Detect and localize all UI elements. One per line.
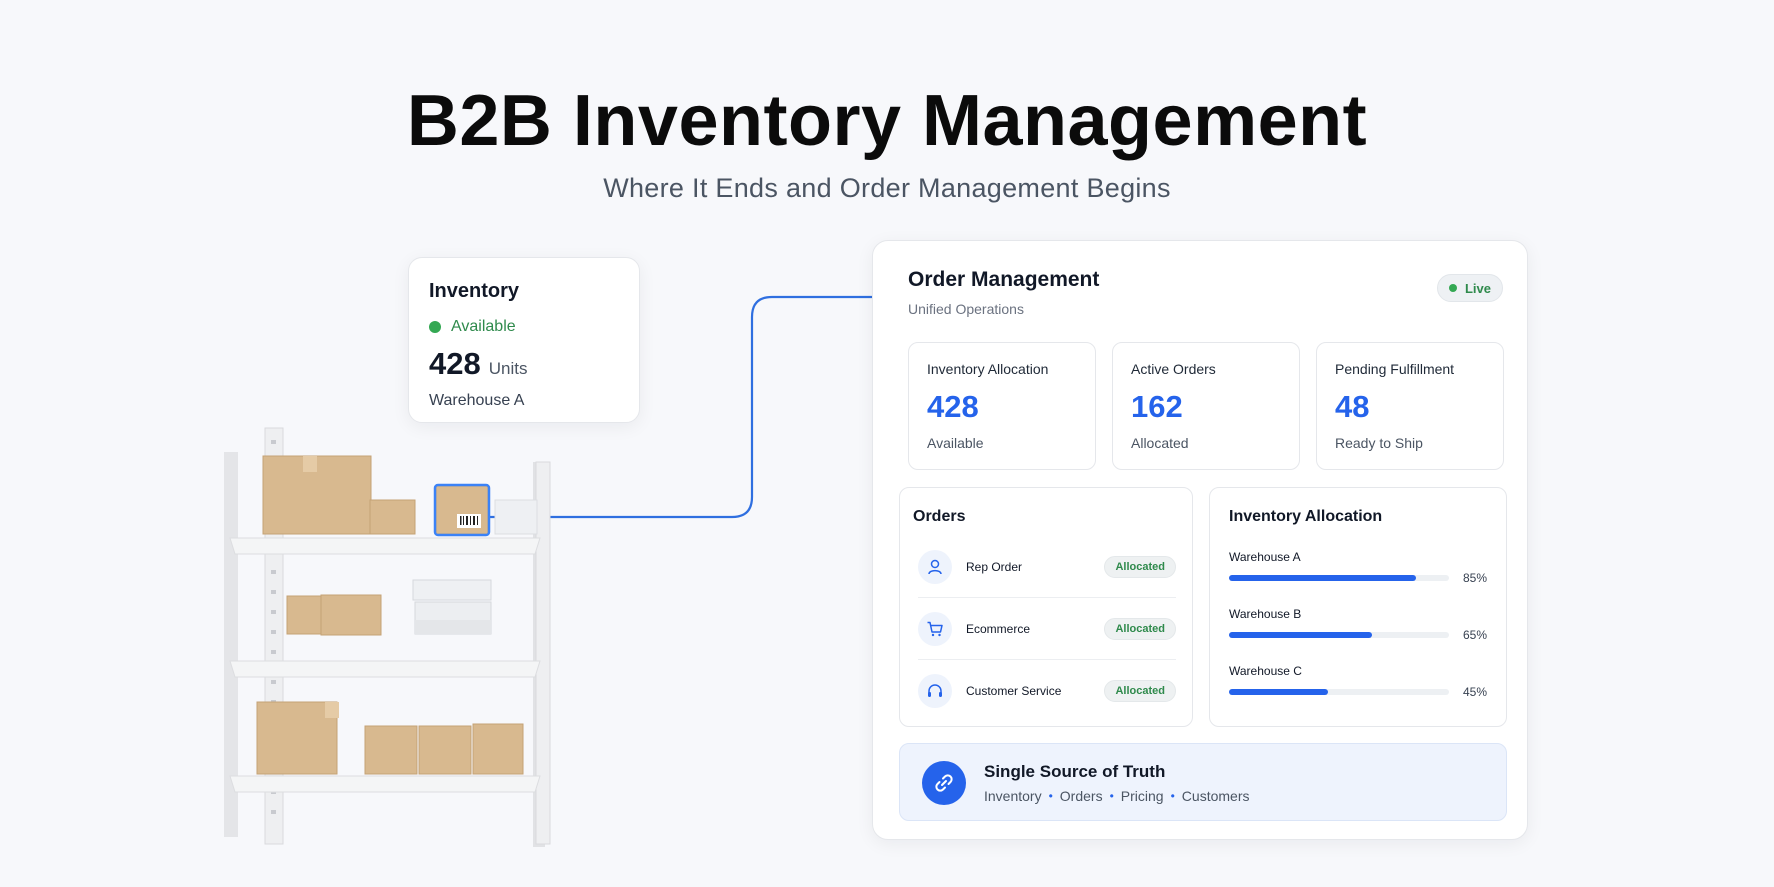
orders-title: Orders xyxy=(913,508,966,525)
live-badge-label: Live xyxy=(1464,280,1491,296)
progress-percent: 85% xyxy=(1463,571,1488,585)
stat-card-inventory-allocation[interactable]: Inventory Allocation 428 Available xyxy=(908,342,1096,470)
warehouse-name: Warehouse C xyxy=(1229,664,1302,678)
warehouse-name: Warehouse A xyxy=(1229,550,1301,564)
inventory-allocation-card: Inventory Allocation Warehouse A 85% War… xyxy=(1209,487,1507,727)
stat-value: 48 xyxy=(1335,389,1370,424)
stat-card-active-orders[interactable]: Active Orders 162 Allocated xyxy=(1112,342,1300,470)
stat-sub: Allocated xyxy=(1131,435,1189,451)
user-icon xyxy=(918,549,952,584)
truth-item: Inventory xyxy=(984,788,1042,804)
progress-percent: 45% xyxy=(1463,685,1488,699)
status-dot-icon xyxy=(429,321,441,333)
inventory-quantity-value: 428 xyxy=(429,346,481,381)
allocation-title: Inventory Allocation xyxy=(1229,508,1383,525)
bullet-separator: • xyxy=(1109,789,1114,803)
live-dot-icon xyxy=(1448,284,1457,292)
warehouse-name: Warehouse B xyxy=(1229,607,1302,621)
progress-percent: 65% xyxy=(1463,628,1488,642)
order-row-customer-service[interactable]: Customer Service Allocated xyxy=(918,660,1176,722)
order-row-rep-order[interactable]: Rep Order Allocated xyxy=(918,536,1176,598)
stat-label: Pending Fulfillment xyxy=(1335,361,1455,377)
headset-icon xyxy=(918,674,952,708)
warehouse-allocation-a: Warehouse A 85% xyxy=(1229,550,1489,585)
progress-fill xyxy=(1229,575,1416,581)
warehouse-allocation-b: Warehouse B 65% xyxy=(1229,607,1489,642)
truth-item: Pricing xyxy=(1120,788,1164,804)
progress-track xyxy=(1229,689,1449,695)
order-name: Rep Order xyxy=(966,559,1023,574)
page-title: B2B Inventory Management xyxy=(406,81,1368,161)
progress-track xyxy=(1229,632,1449,638)
progress-track xyxy=(1229,575,1449,581)
inventory-status-label: Available xyxy=(451,318,516,335)
stat-sub: Available xyxy=(927,435,984,451)
stat-sub: Ready to Ship xyxy=(1335,435,1423,451)
bullet-separator: • xyxy=(1048,789,1053,803)
single-source-of-truth-banner: Single Source of Truth Inventory • Order… xyxy=(899,743,1507,821)
cart-icon xyxy=(918,611,952,646)
stat-value: 162 xyxy=(1131,389,1183,424)
truth-item: Orders xyxy=(1059,788,1103,804)
status-badge: Allocated xyxy=(1104,617,1176,640)
inventory-status: Available xyxy=(429,318,619,336)
inventory-quantity-unit: Units xyxy=(488,359,528,378)
status-badge: Allocated xyxy=(1104,680,1176,702)
inventory-warehouse: Warehouse A xyxy=(429,392,525,409)
order-management-panel: Order Management Unified Operations Live… xyxy=(872,240,1528,840)
warehouse-shelf-illustration xyxy=(224,427,551,847)
live-badge: Live xyxy=(1437,274,1503,302)
status-badge: Allocated xyxy=(1104,555,1176,578)
stat-label: Inventory Allocation xyxy=(927,361,1049,377)
inventory-quantity: 428 Units xyxy=(429,346,619,382)
order-panel-subtitle: Unified Operations xyxy=(908,301,1024,317)
stat-value: 428 xyxy=(927,389,979,424)
inventory-card-title: Inventory xyxy=(429,280,520,302)
stat-label: Active Orders xyxy=(1131,361,1216,377)
progress-fill xyxy=(1229,689,1328,695)
order-panel-title: Order Management xyxy=(908,268,1100,291)
link-icon xyxy=(922,761,966,805)
truth-items: Inventory • Orders • Pricing • Customers xyxy=(984,788,1249,804)
orders-card: Orders Rep Order Allocated Ecommerce All… xyxy=(899,487,1193,727)
bullet-separator: • xyxy=(1170,789,1175,803)
page-subtitle: Where It Ends and Order Management Begin… xyxy=(603,173,1171,203)
truth-title: Single Source of Truth xyxy=(984,762,1166,781)
truth-item: Customers xyxy=(1181,788,1250,804)
order-name: Ecommerce xyxy=(966,621,1031,636)
order-name: Customer Service xyxy=(966,684,1062,698)
warehouse-allocation-c: Warehouse C 45% xyxy=(1229,664,1489,699)
progress-fill xyxy=(1229,632,1372,638)
stat-card-pending-fulfillment[interactable]: Pending Fulfillment 48 Ready to Ship xyxy=(1316,342,1504,470)
inventory-card: Inventory Available 428 Units Warehouse … xyxy=(408,257,640,423)
order-row-ecommerce[interactable]: Ecommerce Allocated xyxy=(918,598,1176,660)
